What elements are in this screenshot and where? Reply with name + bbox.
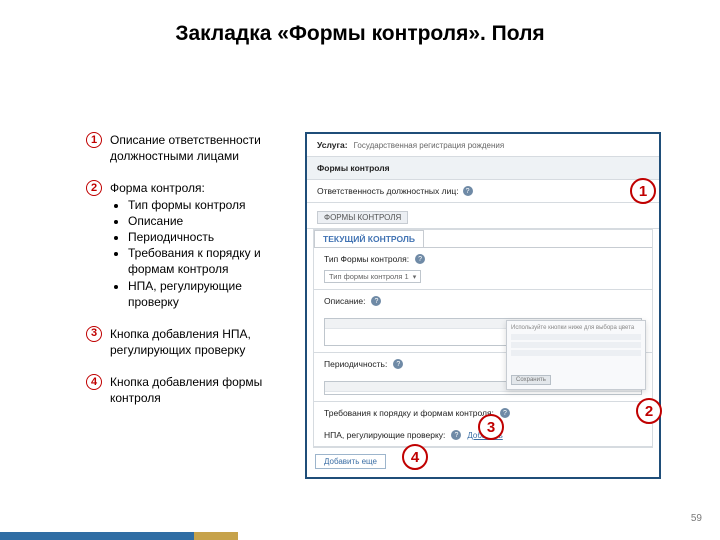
field-req-label: Требования к порядку и формам контроля: (324, 408, 494, 418)
field-desc-label: Описание: (324, 296, 365, 306)
help-icon[interactable]: ? (451, 430, 461, 440)
overlay-badge-4: 4 (402, 444, 428, 470)
type-dropdown[interactable]: Тип формы контроля 1 (324, 270, 421, 283)
responsibility-row: Ответственность должностных лиц: ? (307, 180, 659, 203)
legend-text-3: Кнопка добавления НПА, регулирующих пров… (110, 326, 286, 358)
footer-stripe (0, 532, 720, 540)
legend-bullet: Тип формы контроля (128, 197, 286, 213)
add-more-button[interactable]: Добавить еще (315, 454, 386, 469)
overlay-badge-1: 1 (630, 178, 656, 204)
legend-heading-2: Форма контроля: (110, 180, 286, 196)
legend-num-4: 4 (86, 374, 102, 390)
legend-bullet: НПА, регулирующие проверку (128, 278, 286, 310)
field-type-label: Тип Формы контроля: (324, 254, 409, 264)
help-icon[interactable]: ? (500, 408, 510, 418)
help-icon[interactable]: ? (371, 296, 381, 306)
service-label: Услуга: (317, 140, 348, 150)
legend-bullet: Периодичность (128, 229, 286, 245)
overlay-badge-3: 3 (478, 414, 504, 440)
panel-hint: Используйте кнопки ниже для выбора цвета (511, 325, 641, 331)
field-desc-row: Описание: ? (314, 290, 652, 312)
help-icon[interactable]: ? (393, 359, 403, 369)
legend-text-1: Описание ответственности должностными ли… (110, 132, 286, 164)
panel-save-button[interactable]: Сохранить (511, 375, 551, 385)
forms-section-label: ФОРМЫ КОНТРОЛЯ (317, 211, 408, 224)
legend-item-1: 1 Описание ответственности должностными … (86, 132, 286, 164)
legend-item-4: 4 Кнопка добавления формы контроля (86, 374, 286, 406)
section-header: Формы контроля (307, 157, 659, 180)
legend-bullet: Описание (128, 213, 286, 229)
service-value: Государственная регистрация рождения (354, 141, 505, 150)
slide-title: Закладка «Формы контроля». Поля (0, 22, 720, 46)
help-icon[interactable]: ? (415, 254, 425, 264)
field-npa-label: НПА, регулирующие проверку: (324, 430, 445, 440)
service-row: Услуга: Государственная регистрация рожд… (307, 134, 659, 157)
help-icon[interactable]: ? (463, 186, 473, 196)
tab-current-control[interactable]: ТЕКУЩИЙ КОНТРОЛЬ (314, 230, 424, 247)
legend-text-4: Кнопка добавления формы контроля (110, 374, 286, 406)
page-number: 59 (691, 513, 702, 524)
field-type-row: Тип Формы контроля: ? (314, 248, 652, 270)
legend-num-3: 3 (86, 326, 102, 342)
legend-num-2: 2 (86, 180, 102, 196)
legend: 1 Описание ответственности должностными … (86, 132, 286, 423)
legend-item-3: 3 Кнопка добавления НПА, регулирующих пр… (86, 326, 286, 358)
legend-bullet: Требования к порядку и формам контроля (128, 245, 286, 277)
color-panel[interactable]: Используйте кнопки ниже для выбора цвета… (506, 320, 646, 390)
legend-item-2: 2 Форма контроля: Тип формы контроля Опи… (86, 180, 286, 310)
responsibility-label: Ответственность должностных лиц: (317, 186, 459, 196)
overlay-badge-2: 2 (636, 398, 662, 424)
legend-num-1: 1 (86, 132, 102, 148)
field-period-label: Периодичность: (324, 359, 387, 369)
forms-section-label-row: ФОРМЫ КОНТРОЛЯ (307, 203, 659, 229)
